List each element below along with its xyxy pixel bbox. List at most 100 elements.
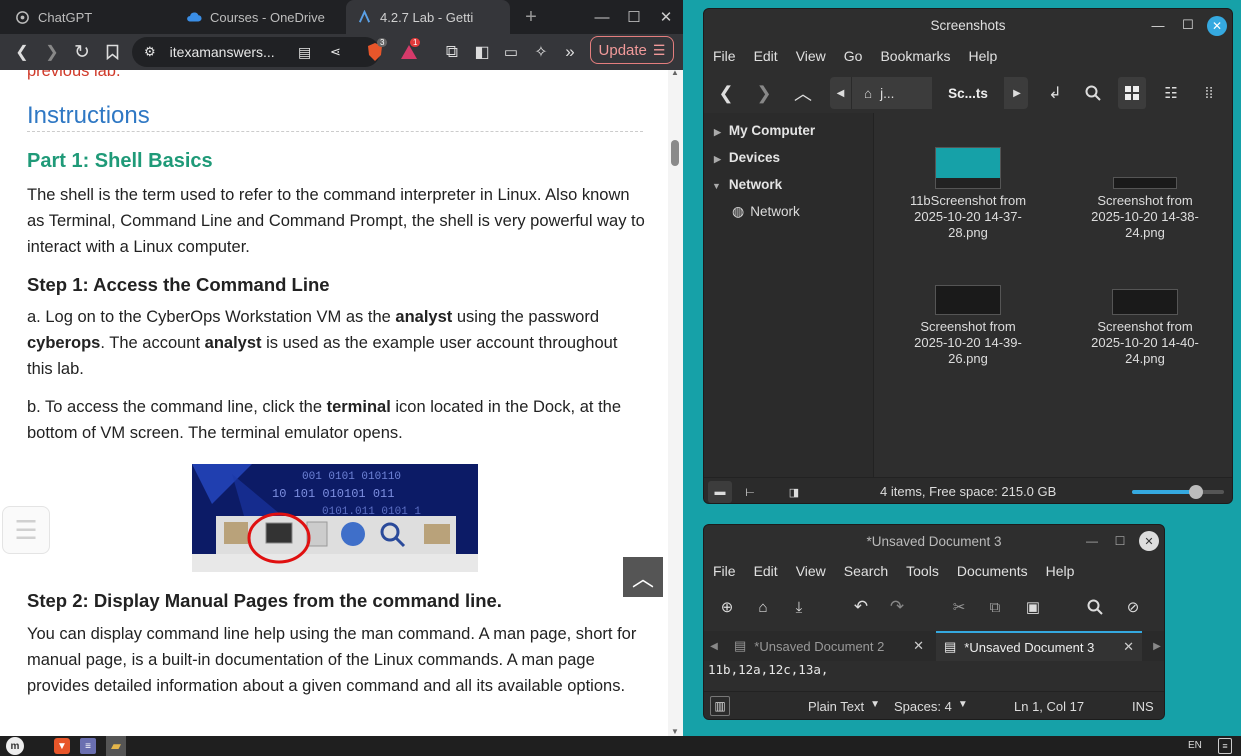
menu-file[interactable]: File [704,48,745,64]
site-info-icon[interactable]: ⚙ [144,44,156,60]
zoom-slider[interactable] [1132,485,1224,499]
side-panel-icon[interactable]: ▥ [710,696,730,716]
breadcrumb-left-icon[interactable]: ◀ [830,77,852,109]
menu-tools[interactable]: Tools [897,563,948,579]
address-bar[interactable]: ⚙ itexamanswers... ▤ ⋖ [132,37,380,67]
file-item[interactable]: Screenshot from 2025-10-20 14-38-24.png [1085,177,1205,241]
menu-search[interactable]: Search [835,563,897,579]
menu-help[interactable]: Help [960,48,1007,64]
file-item[interactable]: Screenshot from 2025-10-20 14-39-26.png [908,285,1028,367]
files-taskbar-icon[interactable]: ▰ [106,736,126,756]
compact-view-icon[interactable]: ⁞⁞ [1196,79,1222,107]
menu-edit[interactable]: Edit [745,48,787,64]
menu-view[interactable]: View [787,563,835,579]
icon-view-icon[interactable] [1118,77,1146,109]
menu-go[interactable]: Go [835,48,872,64]
save-icon[interactable]: ⤓ [788,595,810,619]
maximize-button[interactable]: ☐ [617,0,651,34]
language-selector[interactable]: Plain Text ▼ [808,699,880,714]
new-tab-button[interactable]: + [514,0,548,34]
tab-onedrive[interactable]: Courses - OneDrive [186,0,342,34]
scrollbar-thumb[interactable] [671,140,679,166]
breadcrumb-home[interactable]: ⌂ j... [854,77,930,109]
forward-icon[interactable]: ❯ [38,34,66,70]
back-icon[interactable]: ❮ [714,79,738,107]
scroll-down-arrow[interactable]: ▼ [671,727,679,736]
update-button[interactable]: Update ☰ [590,36,674,64]
up-icon[interactable]: ︿ [790,79,816,107]
editor-text-area[interactable]: 11b,12a,12c,13a, [704,661,1164,691]
search-icon[interactable] [1080,79,1106,107]
cut-icon[interactable]: ✂ [948,595,970,619]
close-tab-icon[interactable]: ✕ [913,638,924,654]
text-editor-taskbar-icon[interactable]: ≡ [80,738,96,754]
tab-lab[interactable]: 4.2.7 Lab - Getti [346,0,510,34]
minimize-button[interactable]: — [585,0,619,34]
toggle-sidebar-icon[interactable]: ◨ [782,481,806,503]
maximize-button[interactable]: ☐ [1112,533,1128,549]
bookmark-icon[interactable] [98,34,126,70]
redo-icon[interactable]: ↷ [886,595,908,619]
file-item[interactable]: 11bScreenshot from 2025-10-20 14-37-28.p… [908,147,1028,241]
mint-menu-icon[interactable]: m [6,737,24,755]
sidebar-devices[interactable]: ▶ Devices [714,150,780,165]
open-icon[interactable]: ⌂ [752,595,774,619]
sidebar-my-computer[interactable]: ▶ My Computer [714,123,815,138]
leo-icon[interactable]: ✧ [529,34,553,70]
menu-view[interactable]: View [787,48,835,64]
keyboard-layout[interactable]: EN [1188,740,1202,751]
minimize-button[interactable]: — [1150,17,1166,33]
paste-icon[interactable]: ▣ [1022,595,1044,619]
close-button[interactable]: ✕ [649,0,683,34]
tab-scroll-left-icon[interactable]: ◀ [706,637,722,655]
toggle-location-icon[interactable]: ↲ [1042,79,1068,107]
maximize-button[interactable]: ☐ [1180,17,1196,33]
breadcrumb-right-icon[interactable]: ▶ [1006,77,1028,109]
close-tab-icon[interactable]: ✕ [1123,639,1134,655]
breadcrumb-current[interactable]: Sc...ts [932,77,1004,109]
close-button[interactable]: ✕ [1207,16,1227,36]
cursor-position[interactable]: Ln 1, Col 17 [1014,699,1084,714]
brave-taskbar-icon[interactable]: ▼ [54,738,70,754]
replace-icon[interactable]: ⊘ [1122,595,1144,619]
sidebar-item-network[interactable]: ◍ Network [732,203,800,220]
menu-bookmarks[interactable]: Bookmarks [871,48,959,64]
forward-icon[interactable]: ❯ [752,79,776,107]
close-button[interactable]: ✕ [1139,531,1159,551]
share-icon[interactable]: ⋖ [330,44,341,60]
file-item[interactable]: Screenshot from 2025-10-20 14-40-24.png [1085,289,1205,367]
rewards-icon[interactable]: 1 [398,34,421,70]
menu-file[interactable]: File [704,563,745,579]
sidebar-icon[interactable]: ◧ [470,34,494,70]
new-document-icon[interactable]: ⊕ [716,595,738,619]
zoom-slider-knob[interactable] [1189,485,1204,499]
more-icon[interactable]: » [559,34,581,70]
notifications-icon[interactable]: ≡ [1218,738,1232,754]
spaces-selector[interactable]: Spaces: 4 ▼ [894,699,968,714]
back-icon[interactable]: ❮ [8,34,36,70]
menu-edit[interactable]: Edit [745,563,787,579]
menu-documents[interactable]: Documents [948,563,1037,579]
reader-icon[interactable]: ▤ [298,44,311,61]
minimize-button[interactable]: — [1084,533,1100,549]
extensions-icon[interactable]: ⧉ [440,34,464,70]
reload-icon[interactable]: ↻ [68,34,96,70]
brave-shield-icon[interactable]: 3 [364,34,388,70]
toc-icon[interactable]: ☰ [2,506,50,554]
menu-help[interactable]: Help [1037,563,1084,579]
tab-document-2[interactable]: ▤ *Unsaved Document 2 ✕ [728,631,932,661]
copy-icon[interactable]: ⧉ [984,595,1006,619]
show-places-icon[interactable]: ▬ [708,481,732,503]
tab-document-3[interactable]: ▤ *Unsaved Document 3 ✕ [936,631,1142,661]
undo-icon[interactable]: ↶ [850,595,872,619]
show-tree-icon[interactable]: ⊢ [738,481,762,503]
tab-chatgpt[interactable]: ChatGPT [14,0,174,34]
wallet-icon[interactable]: ▭ [499,34,523,70]
sidebar-network-section[interactable]: ▼ Network [712,177,782,192]
search-icon[interactable] [1084,595,1106,619]
list-view-icon[interactable]: ☷ [1158,79,1184,107]
nav-toolbar: ❮ ❯ ︿ ◀ ⌂ j... Sc...ts ▶ ↲ ☷ ⁞⁞ [704,73,1232,113]
tab-scroll-right-icon[interactable]: ▶ [1150,637,1164,655]
page-scrollbar[interactable]: ▲ ▼ [668,68,683,736]
scroll-up-arrow[interactable]: ▲ [671,68,679,77]
